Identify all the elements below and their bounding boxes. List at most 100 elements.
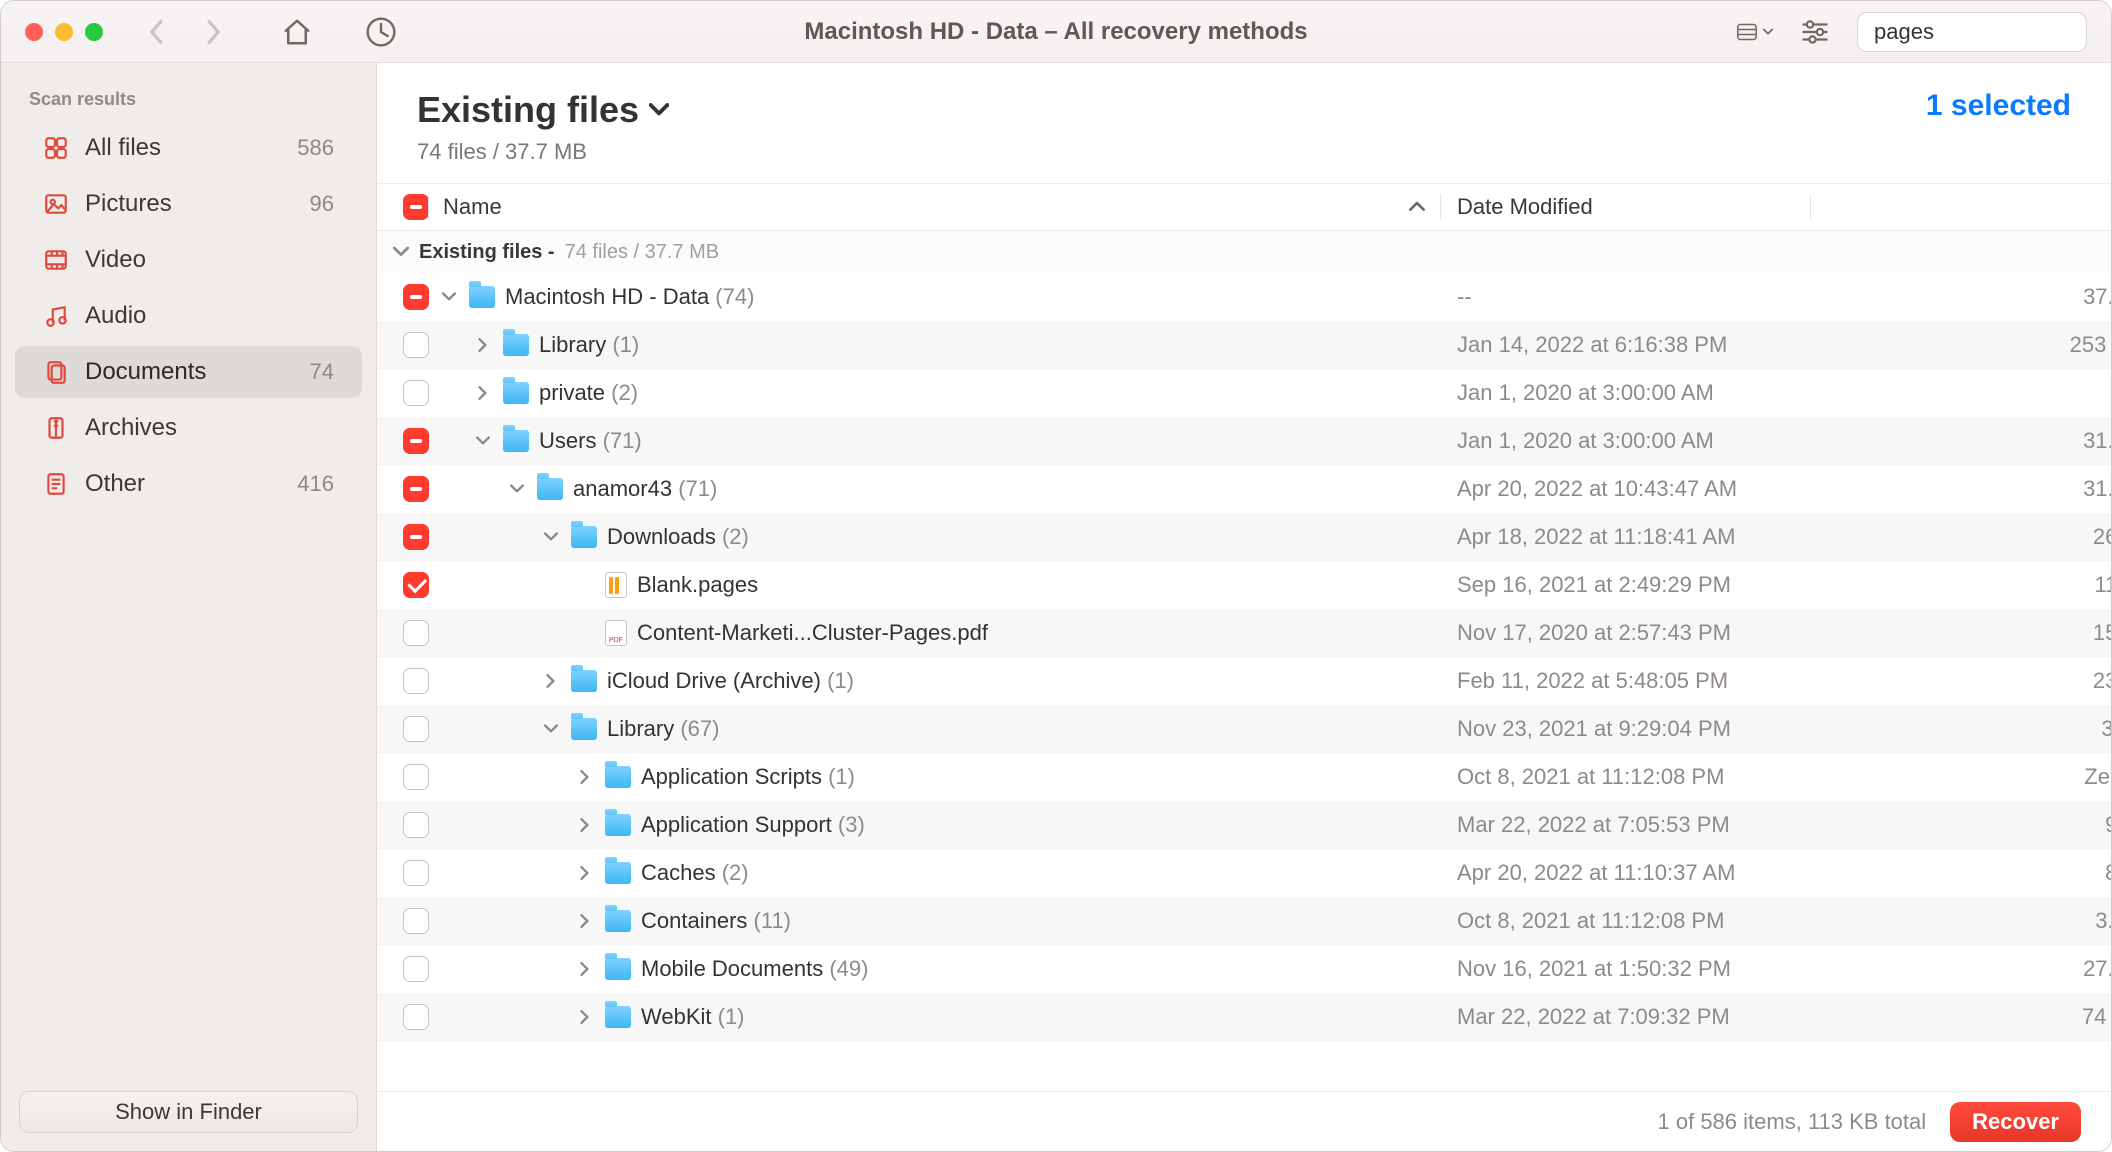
file-row[interactable]: WebKit (1)Mar 22, 2022 at 7:09:32 PM74 b… <box>377 993 2111 1041</box>
row-checkbox-cell[interactable] <box>377 908 429 934</box>
row-checkbox[interactable] <box>403 524 429 550</box>
size-cell: 31.7 MB <box>1811 476 2111 502</box>
file-name: Application Support (3) <box>641 812 865 838</box>
row-checkbox-cell[interactable] <box>377 284 429 310</box>
column-header-checkbox[interactable] <box>377 184 429 230</box>
file-row[interactable]: Macintosh HD - Data (74)--37.7 MBFolder <box>377 273 2111 321</box>
file-row[interactable]: Containers (11)Oct 8, 2021 at 11:12:08 P… <box>377 897 2111 945</box>
sidebar-item-video[interactable]: Video <box>15 234 362 286</box>
disclosure-button[interactable] <box>507 479 527 499</box>
row-checkbox-cell[interactable] <box>377 620 429 646</box>
disclosure-button[interactable] <box>473 431 493 451</box>
back-button[interactable] <box>139 14 175 50</box>
row-checkbox-cell[interactable] <box>377 380 429 406</box>
row-checkbox[interactable] <box>403 812 429 838</box>
main-title-button[interactable]: Existing files <box>417 89 669 131</box>
minimize-window-button[interactable] <box>55 23 73 41</box>
sidebar-item-archives[interactable]: Archives <box>15 402 362 454</box>
row-checkbox[interactable] <box>403 1004 429 1030</box>
row-checkbox-cell[interactable] <box>377 716 429 742</box>
show-in-finder-button[interactable]: Show in Finder <box>19 1091 358 1133</box>
search-input[interactable] <box>1874 19 2112 45</box>
row-checkbox[interactable] <box>403 620 429 646</box>
row-checkbox[interactable] <box>403 284 429 310</box>
recover-button[interactable]: Recover <box>1950 1102 2081 1142</box>
disclosure-button[interactable] <box>575 815 595 835</box>
row-checkbox-cell[interactable] <box>377 572 429 598</box>
size-cell: 253 bytes <box>1811 332 2111 358</box>
header-checkbox[interactable] <box>403 194 429 220</box>
column-header-size[interactable]: Size <box>1811 184 2112 230</box>
date-cell: Oct 8, 2021 at 11:12:08 PM <box>1441 764 1811 790</box>
file-row[interactable]: Downloads (2)Apr 18, 2022 at 11:18:41 AM… <box>377 513 2111 561</box>
row-checkbox[interactable] <box>403 476 429 502</box>
column-header-name[interactable]: Name <box>429 184 1441 230</box>
disclosure-button[interactable] <box>575 863 595 883</box>
disclosure-button[interactable] <box>473 335 493 355</box>
sidebar-item-pictures[interactable]: Pictures 96 <box>15 178 362 230</box>
file-row[interactable]: Caches (2)Apr 20, 2022 at 11:10:37 AM86 … <box>377 849 2111 897</box>
file-row[interactable]: Library (67)Nov 23, 2021 at 9:29:04 PM31… <box>377 705 2111 753</box>
fullscreen-window-button[interactable] <box>85 23 103 41</box>
disclosure-button[interactable] <box>473 383 493 403</box>
file-row[interactable]: anamor43 (71)Apr 20, 2022 at 10:43:47 AM… <box>377 465 2111 513</box>
row-checkbox[interactable] <box>403 380 429 406</box>
row-checkbox-cell[interactable] <box>377 476 429 502</box>
file-row[interactable]: Blank.pages Sep 16, 2021 at 2:49:29 PM11… <box>377 561 2111 609</box>
date-cell: Sep 16, 2021 at 2:49:29 PM <box>1441 572 1811 598</box>
file-row[interactable]: Application Support (3)Mar 22, 2022 at 7… <box>377 801 2111 849</box>
file-row[interactable]: private (2)Jan 1, 2020 at 3:00:00 AM6 MB… <box>377 369 2111 417</box>
view-mode-button[interactable] <box>1737 14 1773 50</box>
filter-settings-button[interactable] <box>1797 14 1833 50</box>
disclosure-button[interactable] <box>541 527 561 547</box>
file-row[interactable]: Content-Marketi...Cluster-Pages.pdf Nov … <box>377 609 2111 657</box>
row-checkbox-cell[interactable] <box>377 428 429 454</box>
row-checkbox[interactable] <box>403 956 429 982</box>
disclosure-button[interactable] <box>541 671 561 691</box>
row-checkbox[interactable] <box>403 572 429 598</box>
row-checkbox-cell[interactable] <box>377 1004 429 1030</box>
close-window-button[interactable] <box>25 23 43 41</box>
history-button[interactable] <box>363 14 399 50</box>
sidebar-item-audio[interactable]: Audio <box>15 290 362 342</box>
disclosure-button[interactable] <box>575 911 595 931</box>
row-checkbox-cell[interactable] <box>377 764 429 790</box>
row-checkbox[interactable] <box>403 332 429 358</box>
row-checkbox-cell[interactable] <box>377 812 429 838</box>
row-checkbox-cell[interactable] <box>377 524 429 550</box>
name-cell: Downloads (2) <box>429 524 1441 550</box>
disclosure-button[interactable] <box>575 959 595 979</box>
disclosure-button[interactable] <box>575 767 595 787</box>
disclosure-button[interactable] <box>575 1007 595 1027</box>
row-checkbox-cell[interactable] <box>377 956 429 982</box>
size-cell: 27.3 MB <box>1811 956 2111 982</box>
file-row[interactable]: Application Scripts (1)Oct 8, 2021 at 11… <box>377 753 2111 801</box>
row-checkbox[interactable] <box>403 860 429 886</box>
disclosure-button[interactable] <box>439 287 459 307</box>
sidebar-item-other[interactable]: Other 416 <box>15 458 362 510</box>
sidebar-item-all-files[interactable]: All files 586 <box>15 122 362 174</box>
file-row[interactable]: Library (1)Jan 14, 2022 at 6:16:38 PM253… <box>377 321 2111 369</box>
row-checkbox[interactable] <box>403 764 429 790</box>
file-row[interactable]: Mobile Documents (49)Nov 16, 2021 at 1:5… <box>377 945 2111 993</box>
column-header-date[interactable]: Date Modified <box>1441 184 1811 230</box>
folder-icon <box>605 766 631 788</box>
home-button[interactable] <box>279 14 315 50</box>
row-checkbox[interactable] <box>403 428 429 454</box>
file-row[interactable]: iCloud Drive (Archive) (1)Feb 11, 2022 a… <box>377 657 2111 705</box>
disclosure-button[interactable] <box>541 719 561 739</box>
row-checkbox[interactable] <box>403 668 429 694</box>
search-field[interactable] <box>1857 12 2087 52</box>
file-row[interactable]: Users (71)Jan 1, 2020 at 3:00:00 AM31.7 … <box>377 417 2111 465</box>
row-checkbox-cell[interactable] <box>377 668 429 694</box>
sidebar-item-documents[interactable]: Documents 74 <box>15 346 362 398</box>
chevron-down-icon <box>1763 27 1773 37</box>
sidebar-item-count: 74 <box>310 359 334 385</box>
row-checkbox-cell[interactable] <box>377 860 429 886</box>
forward-button[interactable] <box>195 14 231 50</box>
row-checkbox-cell[interactable] <box>377 332 429 358</box>
group-header[interactable]: Existing files - 74 files / 37.7 MB <box>377 231 2111 273</box>
row-checkbox[interactable] <box>403 716 429 742</box>
row-checkbox[interactable] <box>403 908 429 934</box>
selection-summary[interactable]: 1 selected <box>1926 89 2071 123</box>
